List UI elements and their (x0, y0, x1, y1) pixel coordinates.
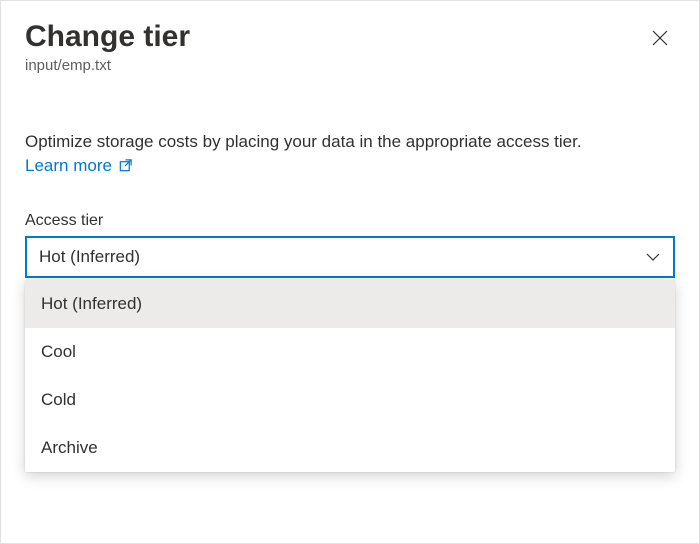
description-content: Optimize storage costs by placing your d… (25, 132, 582, 151)
learn-more-label: Learn more (25, 154, 112, 178)
panel-header: Change tier (25, 19, 675, 55)
dropdown-list: Hot (Inferred) Cool Cold Archive (25, 280, 675, 472)
dropdown-option-cool[interactable]: Cool (25, 328, 675, 376)
close-icon (651, 29, 669, 47)
access-tier-dropdown: Hot (Inferred) Hot (Inferred) Cool Cold … (25, 236, 675, 278)
dropdown-option-archive[interactable]: Archive (25, 424, 675, 472)
description-text: Optimize storage costs by placing your d… (25, 130, 675, 178)
panel-title: Change tier (25, 19, 190, 55)
learn-more-link[interactable]: Learn more (25, 154, 133, 178)
panel-subtitle: input/emp.txt (25, 57, 675, 74)
dropdown-control[interactable]: Hot (Inferred) (25, 236, 675, 278)
dropdown-option-hot[interactable]: Hot (Inferred) (25, 280, 675, 328)
dropdown-option-cold[interactable]: Cold (25, 376, 675, 424)
chevron-down-icon (645, 249, 661, 265)
access-tier-label: Access tier (25, 212, 675, 230)
dropdown-selected-value: Hot (Inferred) (39, 247, 140, 267)
close-button[interactable] (645, 23, 675, 53)
change-tier-panel: Change tier input/emp.txt Optimize stora… (1, 1, 699, 278)
external-link-icon (118, 158, 133, 173)
